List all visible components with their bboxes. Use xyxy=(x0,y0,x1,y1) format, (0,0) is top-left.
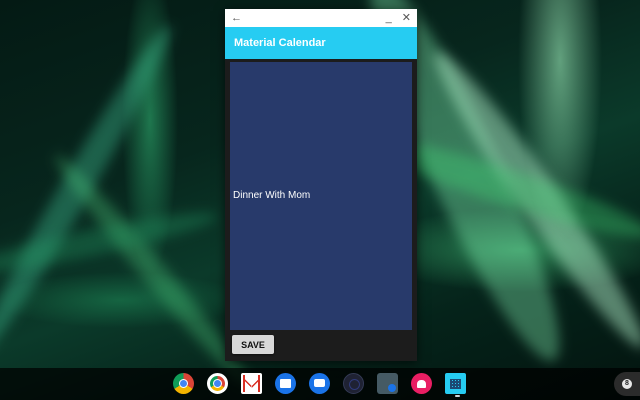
window-controls: _ ✕ xyxy=(386,12,411,24)
close-icon[interactable]: ✕ xyxy=(402,12,411,24)
wallpaper-streak xyxy=(0,17,183,363)
app-window: ← _ ✕ Material Calendar SAVE xyxy=(225,9,417,361)
calculator-icon[interactable] xyxy=(377,373,398,394)
app-title: Material Calendar xyxy=(234,37,326,49)
minimize-icon[interactable]: _ xyxy=(386,12,392,24)
wallpaper-streak xyxy=(0,203,220,283)
android-icon[interactable] xyxy=(411,373,432,394)
shelf-apps xyxy=(173,373,466,397)
desktop-wallpaper: ← _ ✕ Material Calendar SAVE xyxy=(0,0,640,400)
status-tray[interactable]: 8 xyxy=(614,372,640,396)
back-arrow-icon[interactable]: ← xyxy=(231,12,242,24)
status-icon: 8 xyxy=(622,379,632,389)
save-button[interactable]: SAVE xyxy=(232,335,274,354)
calendar-icon[interactable] xyxy=(445,373,466,397)
app-bar: Material Calendar xyxy=(225,27,417,59)
window-titlebar: ← _ ✕ xyxy=(225,9,417,27)
wallpaper-streak xyxy=(420,41,640,359)
event-title-input[interactable] xyxy=(233,190,407,201)
dark-circle-icon[interactable] xyxy=(343,373,364,394)
event-editor-panel xyxy=(230,62,412,330)
files-icon[interactable] xyxy=(275,373,296,394)
messages-icon[interactable] xyxy=(309,373,330,394)
shelf: 8 xyxy=(0,368,640,400)
chrome-beta-icon[interactable] xyxy=(207,373,228,394)
gmail-icon[interactable] xyxy=(241,373,262,394)
active-indicator xyxy=(455,395,460,397)
chrome-icon[interactable] xyxy=(173,373,194,394)
